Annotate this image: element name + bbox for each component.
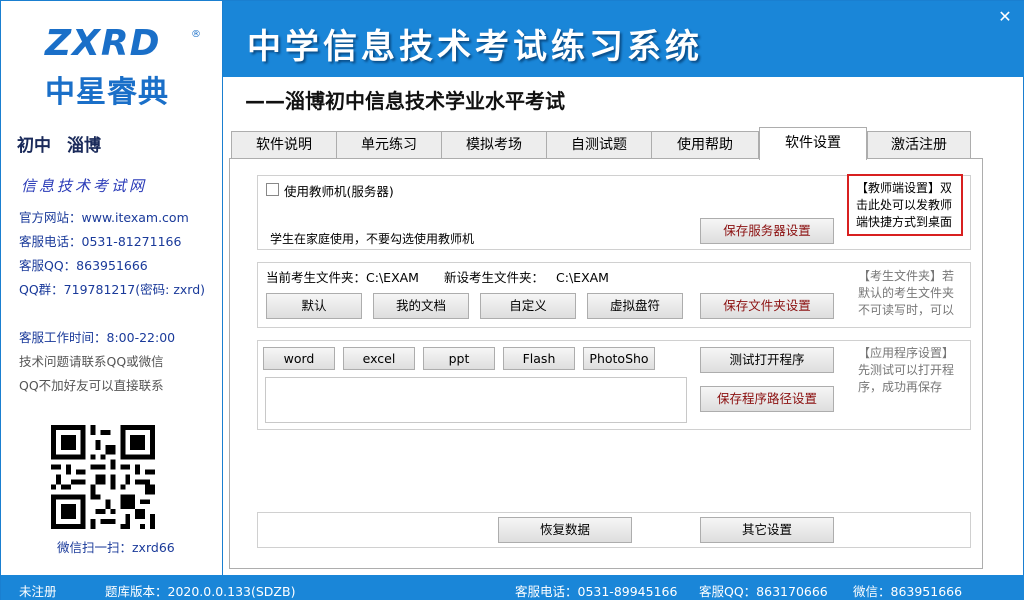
city-name: 淄博 bbox=[67, 136, 101, 156]
save-folder-settings-button[interactable]: 保存文件夹设置 bbox=[700, 293, 834, 319]
folder-note: 【考生文件夹】若默认的考生文件夹不可读写时，可以 bbox=[858, 269, 955, 317]
excel-app-button[interactable]: excel bbox=[343, 347, 415, 370]
photoshop-app-button[interactable]: PhotoSho bbox=[583, 347, 655, 370]
tab-activation[interactable]: 激活注册 bbox=[867, 131, 971, 159]
tip-text: 技术问题请联系QQ或微信 bbox=[19, 354, 164, 369]
teacher-server-label[interactable]: 使用教师机(服务器) bbox=[284, 181, 394, 200]
registration-status: 未注册 bbox=[19, 584, 57, 599]
folder-settings-group: 当前考生文件夹：C:\EXAM 新设考生文件夹： C:\EXAM 默认 我的文档 … bbox=[257, 262, 971, 328]
phone-text: 客服电话：0531-81271166 bbox=[19, 234, 182, 249]
other-settings-button[interactable]: 其它设置 bbox=[700, 517, 834, 543]
new-folder-value: C:\EXAM bbox=[556, 270, 609, 285]
tab-software-info[interactable]: 软件说明 bbox=[231, 131, 337, 159]
new-folder-label-text: 新设考生文件夹： bbox=[444, 270, 545, 285]
app-note: 【应用程序设置】先测试可以打开程序，成功再保存 bbox=[858, 346, 955, 394]
app-title: 中学信息技术考试练习系统 bbox=[247, 27, 703, 67]
website-link[interactable]: 官方网站：www.itexam.com bbox=[19, 207, 189, 226]
custom-folder-button[interactable]: 自定义 bbox=[480, 293, 576, 319]
my-documents-button[interactable]: 我的文档 bbox=[373, 293, 469, 319]
ppt-app-button[interactable]: ppt bbox=[423, 347, 495, 370]
db-version: 题库版本：2020.0.0.133(SDZB) bbox=[105, 584, 296, 599]
site-brand: 信息技术考试网 bbox=[21, 177, 148, 195]
tab-mock-exam[interactable]: 模拟考场 bbox=[441, 131, 547, 159]
test-open-program-button[interactable]: 测试打开程序 bbox=[700, 347, 834, 373]
logo-chinese: 中星睿典 bbox=[45, 75, 169, 110]
registered-mark: ® bbox=[191, 29, 201, 40]
grade-label: 初中 淄博 bbox=[17, 131, 117, 156]
qq-group-text: QQ群：719781217(密码: zxrd) bbox=[19, 282, 206, 297]
tab-self-test[interactable]: 自测试题 bbox=[546, 131, 652, 159]
current-folder-label-text: 当前考生文件夹： bbox=[266, 270, 367, 285]
home-use-hint: 学生在家庭使用，不要勾选使用教师机 bbox=[270, 232, 475, 246]
save-server-settings-button[interactable]: 保存服务器设置 bbox=[700, 218, 834, 244]
word-app-button[interactable]: word bbox=[263, 347, 335, 370]
current-folder-value: C:\EXAM bbox=[366, 270, 419, 285]
tab-unit-practice[interactable]: 单元练习 bbox=[336, 131, 442, 159]
close-icon[interactable]: ✕ bbox=[997, 9, 1013, 25]
status-bar: 未注册 题库版本：2020.0.0.133(SDZB) 客服电话：0531-89… bbox=[1, 575, 1024, 600]
save-program-path-button[interactable]: 保存程序路径设置 bbox=[700, 386, 834, 412]
new-folder-label: 新设考生文件夹： C:\EXAM bbox=[444, 269, 609, 286]
app-window: 中学信息技术考试练习系统 ✕ ZXRD ® 中星睿典 ——淄博初中信息技术学业水… bbox=[0, 0, 1024, 600]
status-qq: 客服QQ：863170666 bbox=[699, 584, 828, 599]
flash-app-button[interactable]: Flash bbox=[503, 347, 575, 370]
default-folder-button[interactable]: 默认 bbox=[266, 293, 362, 319]
logo-latin: ZXRD bbox=[45, 23, 161, 64]
status-phone: 客服电话：0531-89945166 bbox=[515, 584, 678, 599]
work-time-text: 客服工作时间：8:00-22:00 bbox=[19, 330, 176, 345]
grade-level: 初中 bbox=[17, 136, 51, 156]
status-wechat: 微信：863951666 bbox=[853, 584, 963, 599]
tip-text: QQ不加好友可以直接联系 bbox=[19, 378, 164, 393]
tab-help[interactable]: 使用帮助 bbox=[651, 131, 759, 159]
qr-code-icon bbox=[51, 425, 155, 529]
teacher-setting-highlight bbox=[847, 174, 963, 236]
sidebar: 初中 淄博 信息技术考试网 官方网站：www.itexam.com 客服电话：05… bbox=[1, 113, 223, 575]
logo: ZXRD ® 中星睿典 bbox=[1, 1, 223, 113]
app-path-textbox[interactable] bbox=[265, 377, 687, 423]
virtual-drive-button[interactable]: 虚拟盘符 bbox=[587, 293, 683, 319]
current-folder-label: 当前考生文件夹：C:\EXAM bbox=[266, 269, 419, 286]
teacher-server-checkbox[interactable] bbox=[266, 183, 279, 196]
app-settings-group: word excel ppt Flash PhotoSho 测试打开程序 保存程… bbox=[257, 340, 971, 430]
restore-data-button[interactable]: 恢复数据 bbox=[498, 517, 632, 543]
page-subtitle: ——淄博初中信息技术学业水平考试 bbox=[245, 89, 565, 113]
bottom-actions-group: 恢复数据 其它设置 bbox=[257, 512, 971, 548]
qq-text: 客服QQ：863951666 bbox=[19, 258, 148, 273]
tab-settings[interactable]: 软件设置 bbox=[759, 127, 867, 160]
wechat-caption: 微信扫一扫：zxrd66 bbox=[57, 540, 175, 555]
